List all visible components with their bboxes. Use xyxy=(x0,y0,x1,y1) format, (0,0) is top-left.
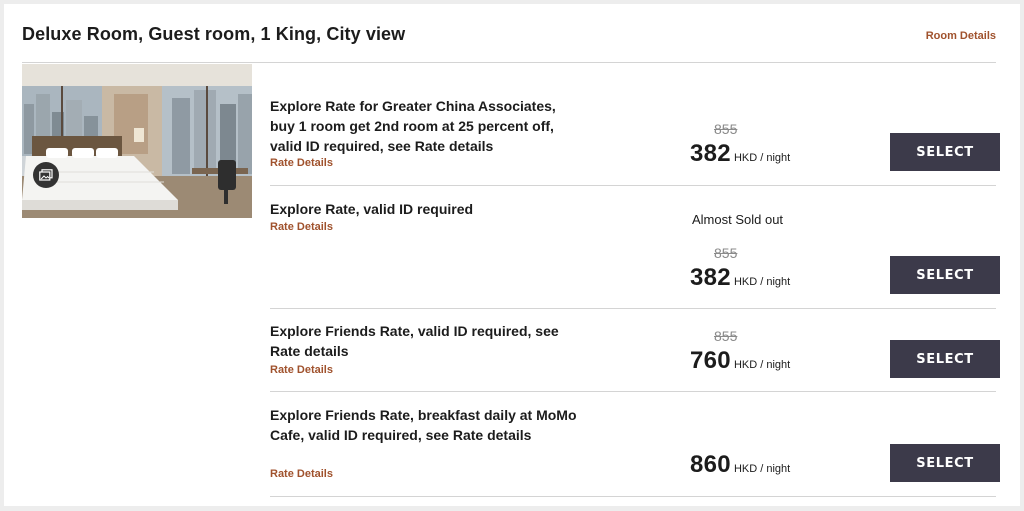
rate-row: Explore Friends Rate, valid ID required,… xyxy=(270,309,1000,392)
price: 382 HKD / night xyxy=(690,140,790,168)
price-amount: 382 xyxy=(690,140,731,167)
price-unit: HKD / night xyxy=(733,276,791,288)
divider xyxy=(22,62,996,63)
price-unit: HKD / night xyxy=(733,359,791,371)
rate-row: Explore Friends Rate, breakfast daily at… xyxy=(270,392,1000,497)
gallery-icon-glyph xyxy=(39,169,53,181)
room-photo-image xyxy=(22,64,252,218)
room-title: Deluxe Room, Guest room, 1 King, City vi… xyxy=(22,24,406,44)
price-unit: HKD / night xyxy=(733,463,791,475)
select-button[interactable]: SELECT xyxy=(890,133,1000,171)
rate-details-link[interactable]: Rate Details xyxy=(270,157,333,169)
room-details-link[interactable]: Room Details xyxy=(926,30,996,42)
price: 760 HKD / night xyxy=(690,347,790,375)
rate-details-link[interactable]: Rate Details xyxy=(270,468,333,480)
rate-description: Explore Friends Rate, valid ID required,… xyxy=(270,323,559,359)
rate-description: Explore Rate for Greater China Associate… xyxy=(270,98,556,154)
select-button[interactable]: SELECT xyxy=(890,444,1000,482)
room-card: Deluxe Room, Guest room, 1 King, City vi… xyxy=(4,4,1020,506)
rate-description: Explore Friends Rate, breakfast daily at… xyxy=(270,407,577,443)
original-price: 855 xyxy=(714,245,738,261)
select-button[interactable]: SELECT xyxy=(890,340,1000,378)
rate-details-link[interactable]: Rate Details xyxy=(270,221,333,233)
price: 860 HKD / night xyxy=(690,451,790,479)
rate-description: Explore Rate, valid ID required xyxy=(270,201,474,217)
gallery-icon[interactable] xyxy=(33,162,59,188)
availability-status: Almost Sold out xyxy=(692,212,784,227)
room-photo[interactable] xyxy=(22,64,252,218)
rate-row: Explore Rate, valid ID required Rate Det… xyxy=(270,186,1000,309)
original-price: 855 xyxy=(714,121,738,137)
rate-row: Explore Rate for Greater China Associate… xyxy=(270,64,1000,186)
price-amount: 760 xyxy=(690,347,731,374)
price: 382 HKD / night xyxy=(690,264,790,292)
price-amount: 860 xyxy=(690,451,731,478)
price-unit: HKD / night xyxy=(733,152,791,164)
rate-details-link[interactable]: Rate Details xyxy=(270,364,333,376)
original-price: 855 xyxy=(714,328,738,344)
select-button[interactable]: SELECT xyxy=(890,256,1000,294)
price-amount: 382 xyxy=(690,264,731,291)
